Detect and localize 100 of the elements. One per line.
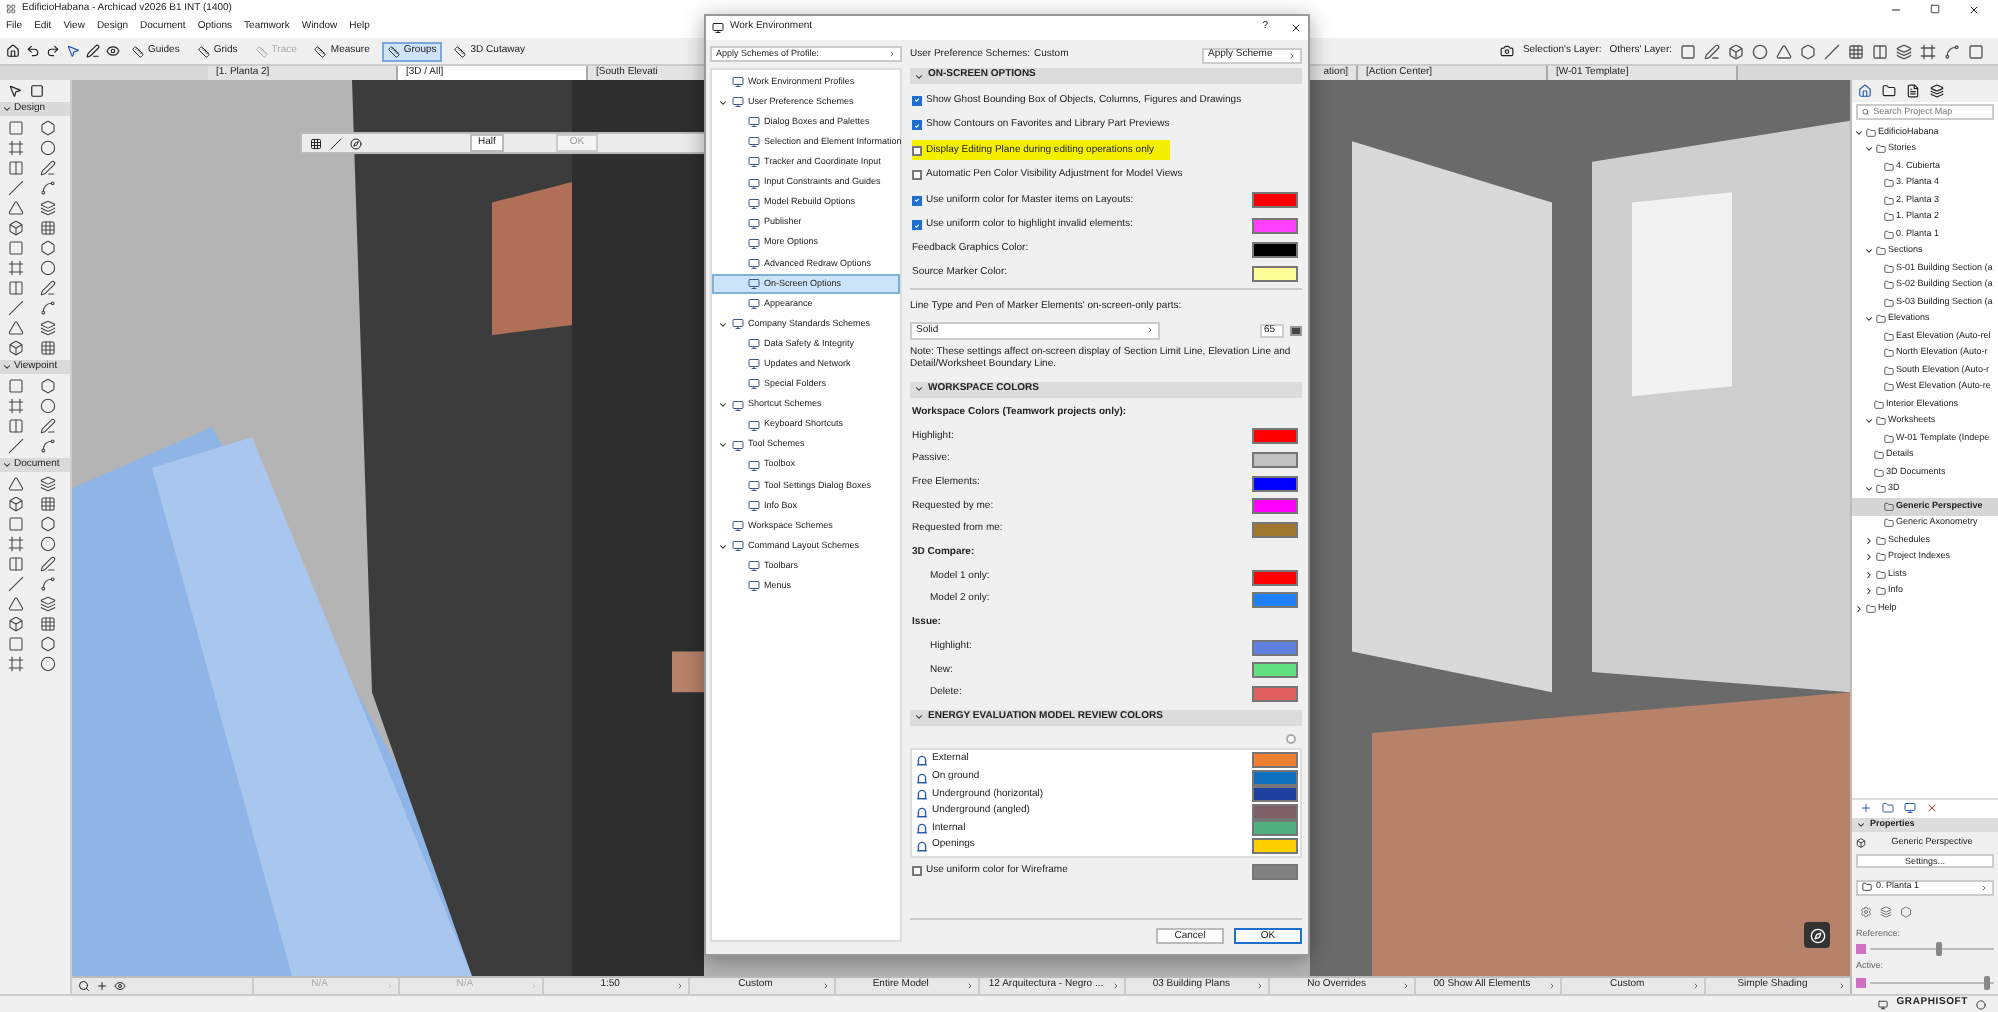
checkbox[interactable] <box>912 866 922 877</box>
color-swatch[interactable] <box>1252 192 1298 209</box>
color-swatch[interactable] <box>1252 863 1298 880</box>
navigation-button[interactable] <box>1804 922 1830 948</box>
slider-thumb[interactable] <box>1935 941 1942 956</box>
line-icon[interactable] <box>8 438 24 454</box>
document-icon[interactable] <box>1906 84 1920 98</box>
checkbox[interactable] <box>912 120 922 131</box>
hexagon-icon[interactable] <box>1800 43 1816 59</box>
curve-icon[interactable] <box>39 576 55 592</box>
window-icon[interactable] <box>1878 999 1889 1009</box>
curve-icon[interactable] <box>1944 43 1960 59</box>
compass-icon[interactable] <box>350 137 362 149</box>
slider-thumb[interactable] <box>1984 975 1991 989</box>
checkbox[interactable] <box>912 95 922 106</box>
square-icon[interactable] <box>30 84 44 98</box>
hexagon-icon[interactable] <box>39 120 55 136</box>
color-swatch[interactable] <box>1252 428 1298 445</box>
color-swatch[interactable] <box>1252 752 1298 769</box>
hexagon-icon[interactable] <box>39 516 55 532</box>
layers-icon[interactable] <box>39 200 55 216</box>
checkbox[interactable] <box>912 145 922 156</box>
frame-icon[interactable] <box>8 656 24 672</box>
camera-icon[interactable] <box>1500 44 1515 58</box>
layers-icon[interactable] <box>1930 84 1944 98</box>
cube-icon[interactable] <box>1728 43 1744 59</box>
color-swatch[interactable] <box>1252 662 1298 679</box>
cube-icon[interactable] <box>8 220 24 236</box>
square-icon[interactable] <box>1680 43 1696 59</box>
columns-icon[interactable] <box>8 160 24 176</box>
pen-icon[interactable] <box>39 556 55 572</box>
triangle-icon[interactable] <box>8 476 24 492</box>
frame-icon[interactable] <box>8 140 24 156</box>
layers-icon[interactable] <box>39 476 55 492</box>
circle-icon[interactable] <box>39 398 55 414</box>
color-swatch[interactable] <box>1252 639 1298 656</box>
pen-icon[interactable] <box>39 160 55 176</box>
curve-icon[interactable] <box>39 438 55 454</box>
pen-icon[interactable] <box>86 44 100 58</box>
close-icon[interactable] <box>1290 22 1302 34</box>
undo-icon[interactable] <box>26 44 40 58</box>
pen-icon[interactable] <box>1704 43 1720 59</box>
line-icon[interactable] <box>1824 43 1840 59</box>
checkbox[interactable] <box>912 195 922 206</box>
columns-icon[interactable] <box>8 556 24 572</box>
color-swatch[interactable] <box>1252 475 1298 492</box>
color-swatch[interactable] <box>1252 820 1298 837</box>
color-swatch[interactable] <box>1252 217 1298 234</box>
color-swatch[interactable] <box>1252 592 1298 609</box>
curve-icon[interactable] <box>39 180 55 196</box>
color-swatch[interactable] <box>1252 786 1298 803</box>
color-swatch[interactable] <box>1252 241 1298 258</box>
folder-icon[interactable] <box>1882 84 1896 98</box>
eye-icon[interactable] <box>106 44 120 58</box>
circle-icon[interactable] <box>39 536 55 552</box>
plus-icon[interactable] <box>1860 802 1872 815</box>
settings-icon[interactable] <box>1860 905 1872 917</box>
cube-icon[interactable] <box>8 496 24 512</box>
color-swatch[interactable] <box>1252 452 1298 469</box>
window-icon[interactable] <box>1904 802 1916 815</box>
color-swatch[interactable] <box>1252 265 1298 282</box>
triangle-icon[interactable] <box>1776 43 1792 59</box>
zoom-icon[interactable] <box>78 980 90 992</box>
cube-icon[interactable] <box>8 616 24 632</box>
plus-icon[interactable] <box>96 980 108 992</box>
color-swatch[interactable] <box>1252 498 1298 515</box>
hexagon-icon[interactable] <box>39 636 55 652</box>
frame-icon[interactable] <box>8 536 24 552</box>
color-swatch[interactable] <box>1252 522 1298 539</box>
line-icon[interactable] <box>8 300 24 316</box>
frame-icon[interactable] <box>1920 43 1936 59</box>
hexagon-icon[interactable] <box>39 240 55 256</box>
redo-icon[interactable] <box>46 44 60 58</box>
home-icon[interactable] <box>1858 84 1872 98</box>
layers-icon[interactable] <box>39 596 55 612</box>
circle-icon[interactable] <box>1752 43 1768 59</box>
line-icon[interactable] <box>8 576 24 592</box>
color-swatch[interactable] <box>1252 769 1298 786</box>
delete-icon[interactable] <box>1926 802 1938 815</box>
layers-icon[interactable] <box>39 320 55 336</box>
hexagon-icon[interactable] <box>1900 905 1912 917</box>
color-swatch[interactable] <box>1252 803 1298 820</box>
frame-icon[interactable] <box>8 260 24 276</box>
layers-icon[interactable] <box>1896 43 1912 59</box>
color-swatch[interactable] <box>1252 569 1298 586</box>
frame-icon[interactable] <box>8 398 24 414</box>
close-icon[interactable] <box>1968 3 1980 15</box>
columns-icon[interactable] <box>1872 43 1888 59</box>
columns-icon[interactable] <box>8 418 24 434</box>
line-icon[interactable] <box>330 137 342 149</box>
hexagon-icon[interactable] <box>39 378 55 394</box>
columns-icon[interactable] <box>8 280 24 296</box>
pointer-icon[interactable] <box>8 84 22 98</box>
line-icon[interactable] <box>8 180 24 196</box>
grid-icon[interactable] <box>310 137 322 149</box>
cube-icon[interactable] <box>8 340 24 356</box>
checkbox[interactable] <box>912 170 922 181</box>
circle-icon[interactable] <box>39 656 55 672</box>
triangle-icon[interactable] <box>8 320 24 336</box>
pen-icon[interactable] <box>39 418 55 434</box>
